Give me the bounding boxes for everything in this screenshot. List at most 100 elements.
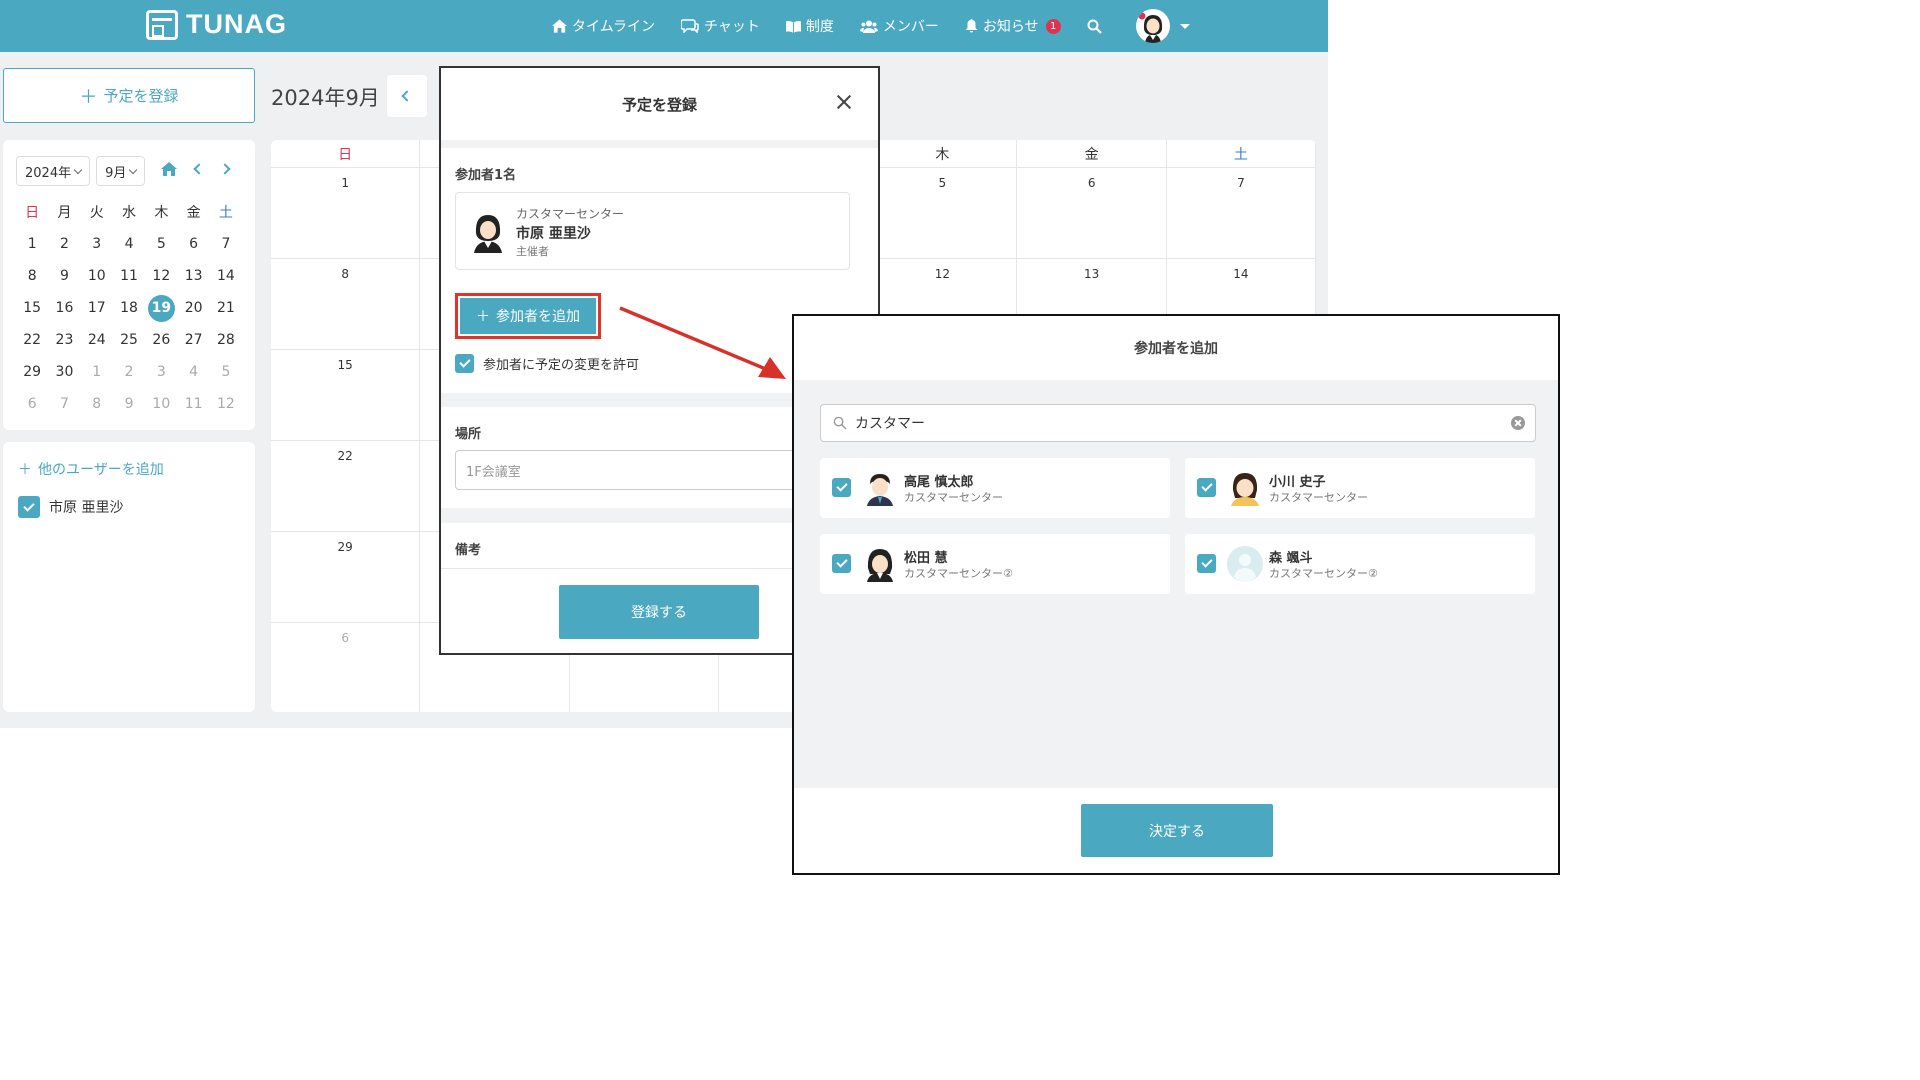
nav-system[interactable]: 制度 (785, 16, 834, 36)
clear-icon[interactable] (1511, 416, 1525, 430)
user-avatar-icon (1138, 12, 1162, 43)
mini-calendar-day[interactable]: 7 (48, 388, 80, 420)
mini-calendar-day[interactable]: 5 (210, 356, 242, 388)
checkbox-checked[interactable] (455, 354, 474, 373)
checkbox-checked[interactable] (18, 496, 40, 518)
mini-calendar-day[interactable]: 24 (81, 324, 113, 356)
calendar-day-cell[interactable]: 6 (1017, 168, 1167, 259)
register-button[interactable]: 登録する (559, 585, 759, 639)
mini-calendar-day[interactable]: 4 (177, 356, 209, 388)
year-select[interactable]: 2024年 (16, 156, 91, 186)
checkbox-checked[interactable] (1197, 478, 1216, 497)
calendar-day-cell[interactable]: 5 (868, 168, 1018, 259)
month-select[interactable]: 9月 (96, 156, 146, 186)
member-card[interactable]: 森 颯斗 カスタマーセンター② (1185, 534, 1535, 594)
mini-calendar-day[interactable]: 29 (16, 356, 48, 388)
mini-calendar-day[interactable]: 20 (177, 292, 209, 324)
mini-calendar-day[interactable]: 21 (210, 292, 242, 324)
calendar-day-cell[interactable]: 6 (271, 623, 421, 712)
mini-calendar-day[interactable]: 6 (16, 388, 48, 420)
close-icon[interactable] (836, 94, 852, 110)
mini-calendar-today[interactable]: 19 (145, 292, 177, 324)
mini-calendar-day[interactable]: 25 (113, 324, 145, 356)
mini-calendar-day[interactable]: 15 (16, 292, 48, 324)
calendar-day-cell[interactable]: 7 (1166, 168, 1316, 259)
mini-calendar-day[interactable]: 12 (145, 260, 177, 292)
location-input[interactable]: 1F会議室 (455, 450, 850, 490)
mini-calendar-day[interactable]: 2 (48, 228, 80, 260)
tunag-logo[interactable]: TUNAG (146, 9, 287, 40)
modal-footer: 決定する (794, 788, 1558, 873)
search-button[interactable] (1087, 19, 1102, 34)
mini-calendar-day[interactable]: 27 (177, 324, 209, 356)
mini-calendar-day[interactable]: 5 (145, 228, 177, 260)
member-card[interactable]: 小川 史子 カスタマーセンター (1185, 458, 1535, 518)
chevron-down-icon (1179, 23, 1190, 29)
mini-calendar-day[interactable]: 16 (48, 292, 80, 324)
users-icon (859, 20, 878, 33)
mini-calendar-grid: 日月火水木金土 1 2 3 4 5 6 7 8 9 10 11 12 13 14 15 16 17 18 19 20 21… (16, 196, 242, 420)
mini-calendar-day[interactable]: 28 (210, 324, 242, 356)
calendar-day-cell[interactable]: 15 (271, 350, 421, 441)
member-avatar-icon (867, 474, 893, 506)
mini-calendar-day[interactable]: 30 (48, 356, 80, 388)
mini-calendar-day[interactable]: 3 (145, 356, 177, 388)
mini-calendar-day[interactable]: 17 (81, 292, 113, 324)
mini-calendar-day[interactable]: 11 (177, 388, 209, 420)
mini-calendar-day[interactable]: 26 (145, 324, 177, 356)
mini-calendar-day[interactable]: 14 (210, 260, 242, 292)
mini-calendar-day[interactable]: 1 (81, 356, 113, 388)
mini-calendar-day[interactable]: 3 (81, 228, 113, 260)
checkbox-checked[interactable] (832, 478, 851, 497)
prev-month-button[interactable] (387, 75, 427, 117)
nav-notifications[interactable]: お知らせ 1 (965, 16, 1061, 36)
mini-calendar-day[interactable]: 2 (113, 356, 145, 388)
chevron-down-icon (73, 165, 83, 174)
nav-members[interactable]: メンバー (859, 16, 939, 36)
mini-calendar-day[interactable]: 1 (16, 228, 48, 260)
add-event-button[interactable]: ＋ 予定を登録 (3, 68, 255, 123)
member-card[interactable]: 松田 慧 カスタマーセンター② (820, 534, 1170, 594)
prev-month-icon[interactable] (193, 163, 205, 175)
user-filter-item[interactable]: 市原 亜里沙 (18, 496, 123, 518)
mini-calendar-day[interactable]: 4 (113, 228, 145, 260)
mini-calendar-day[interactable]: 10 (145, 388, 177, 420)
avatar (1135, 9, 1170, 43)
mini-calendar-day[interactable]: 8 (16, 260, 48, 292)
add-user-link[interactable]: ＋ 他のユーザーを追加 (18, 459, 164, 479)
mini-calendar-day[interactable]: 9 (113, 388, 145, 420)
annotation-arrow-icon (619, 306, 786, 379)
home-icon[interactable] (161, 162, 177, 176)
allow-changes-checkbox[interactable]: 参加者に予定の変更を許可 (455, 354, 639, 373)
mini-calendar-day[interactable]: 12 (210, 388, 242, 420)
checkbox-checked[interactable] (832, 554, 851, 573)
confirm-button[interactable]: 決定する (1081, 804, 1273, 857)
mini-calendar-day[interactable]: 23 (48, 324, 80, 356)
add-participant-button[interactable]: ＋ 参加者を追加 (455, 293, 601, 339)
calendar-day-cell[interactable]: 1 (271, 168, 421, 259)
member-card[interactable]: 高尾 慎太郎 カスタマーセンター (820, 458, 1170, 518)
weekday-label: 月 (57, 205, 72, 221)
mini-calendar-day[interactable]: 13 (177, 260, 209, 292)
next-month-icon[interactable] (219, 163, 231, 175)
calendar-day-cell[interactable]: 8 (271, 259, 421, 350)
mini-calendar-day[interactable]: 7 (210, 228, 242, 260)
mini-calendar-day[interactable]: 10 (81, 260, 113, 292)
participant-card: カスタマーセンター 市原 亜里沙 主催者 (455, 192, 850, 270)
mini-calendar: 2024年 9月 日月火水木金土 1 2 3 4 5 6 7 8 9 10 11 12 13 14 15 16 1… (3, 140, 255, 430)
checkbox-checked[interactable] (1197, 554, 1216, 573)
calendar-day-cell[interactable]: 29 (271, 532, 421, 623)
mini-calendar-day[interactable]: 9 (48, 260, 80, 292)
user-menu[interactable] (1135, 9, 1190, 43)
nav-chat[interactable]: チャット (681, 16, 760, 36)
mini-calendar-day[interactable]: 11 (113, 260, 145, 292)
search-input[interactable]: カスタマー (820, 404, 1536, 442)
weekday-header-cell: 日 (271, 140, 421, 167)
book-icon (785, 20, 801, 33)
nav-timeline[interactable]: タイムライン (552, 16, 655, 36)
calendar-day-cell[interactable]: 22 (271, 441, 421, 532)
mini-calendar-day[interactable]: 8 (81, 388, 113, 420)
mini-calendar-day[interactable]: 6 (177, 228, 209, 260)
mini-calendar-day[interactable]: 18 (113, 292, 145, 324)
mini-calendar-day[interactable]: 22 (16, 324, 48, 356)
